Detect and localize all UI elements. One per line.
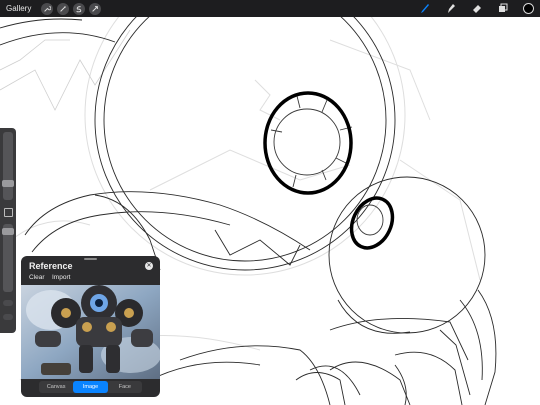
top-toolbar: Gallery [0, 0, 540, 17]
layers-icon[interactable] [497, 2, 509, 14]
redo-button[interactable] [3, 314, 13, 320]
reference-mode-tabs: Canvas Image Face [39, 381, 142, 393]
eraser-icon[interactable] [471, 2, 483, 14]
close-icon[interactable]: ✕ [145, 262, 153, 270]
opacity-handle[interactable] [2, 228, 14, 235]
color-swatch[interactable] [523, 2, 534, 14]
brush-sidebar [0, 128, 16, 333]
wrench-icon[interactable] [41, 2, 54, 15]
reference-panel[interactable]: Reference ✕ Clear Import Canvas Image Fa… [21, 256, 160, 397]
import-button[interactable]: Import [52, 274, 70, 281]
transform-arrow-icon[interactable] [89, 2, 102, 15]
undo-button[interactable] [3, 300, 13, 306]
panel-title: Reference [29, 261, 73, 271]
smudge-icon[interactable] [445, 2, 457, 14]
gallery-button[interactable]: Gallery [6, 4, 31, 13]
panel-grabber[interactable] [84, 258, 97, 260]
magic-wand-icon[interactable] [57, 2, 70, 15]
tab-canvas[interactable]: Canvas [39, 381, 73, 393]
tab-face[interactable]: Face [108, 381, 142, 393]
brush-size-handle[interactable] [2, 180, 14, 187]
selection-icon[interactable] [73, 2, 86, 15]
tab-image[interactable]: Image [73, 381, 108, 393]
brush-size-slider[interactable] [3, 132, 13, 200]
modify-button[interactable] [4, 208, 13, 217]
reference-image [21, 285, 160, 379]
clear-button[interactable]: Clear [29, 274, 45, 281]
brush-icon[interactable] [419, 2, 431, 14]
